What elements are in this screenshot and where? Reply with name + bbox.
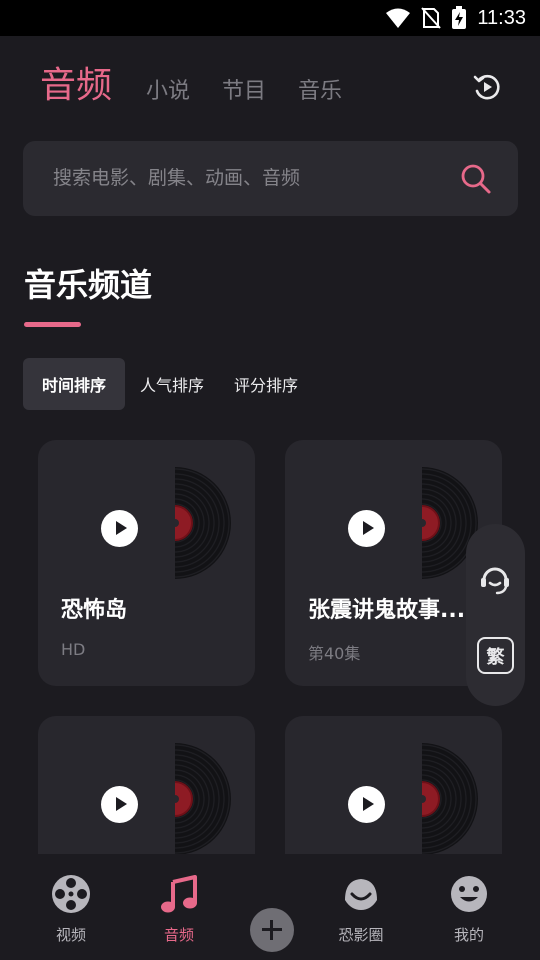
nav-video[interactable]: 视频 (26, 874, 116, 945)
card-subtitle: 第40集 (308, 644, 361, 663)
card-title: 恐怖岛 (61, 598, 128, 623)
status-icons: 11:33 (385, 6, 526, 30)
title-underline (24, 322, 81, 327)
play-icon[interactable] (348, 786, 385, 823)
add-icon[interactable] (250, 908, 294, 952)
vinyl-record-icon (175, 743, 231, 855)
nav-mine[interactable]: 我的 (424, 874, 514, 945)
battery-charging-icon (452, 6, 467, 29)
tab-program[interactable]: 节目 (222, 78, 266, 106)
nav-label: 我的 (453, 926, 484, 944)
search-icon[interactable] (460, 163, 492, 195)
card-title: 张震讲鬼故事... (308, 598, 466, 623)
play-icon[interactable] (101, 786, 138, 823)
floating-panel: 繁 (466, 524, 525, 706)
nav-label: 视频 (55, 926, 86, 944)
sort-by-time[interactable]: 时间排序 (23, 358, 125, 410)
vinyl-record-icon (175, 467, 231, 579)
nav-audio[interactable]: 音频 (134, 874, 224, 945)
play-history-icon[interactable] (472, 72, 502, 102)
section-title: 音乐频道 (24, 266, 153, 304)
nav-label: 音频 (163, 926, 194, 944)
top-tabs: 音频 小说 节目 音乐 (40, 66, 374, 106)
customer-service-icon[interactable] (476, 560, 514, 598)
status-bar: 11:33 (0, 0, 540, 36)
bottom-nav: 视频 音频 恐影圈 我的 (0, 854, 540, 960)
nav-community[interactable]: 恐影圈 (316, 874, 406, 945)
sort-by-popularity[interactable]: 人气排序 (140, 372, 204, 396)
card-cover (285, 716, 502, 856)
sort-bar: 时间排序 人气排序 评分排序 (23, 358, 314, 410)
nav-label: 恐影圈 (338, 926, 384, 944)
tab-audio[interactable]: 音频 (40, 66, 112, 106)
app-screen: 音频 小说 节目 音乐 搜索电影、剧集、动画、音频 音乐频道 时间排序 人气排序… (0, 36, 540, 960)
sort-by-rating[interactable]: 评分排序 (234, 372, 298, 396)
music-note-icon (161, 875, 197, 913)
card-cover (38, 716, 255, 856)
card-subtitle: HD (61, 640, 86, 659)
vinyl-record-icon (422, 743, 478, 855)
no-sim-icon (421, 7, 442, 29)
film-reel-icon (52, 875, 90, 913)
wifi-icon (386, 8, 411, 28)
tab-music[interactable]: 音乐 (298, 78, 342, 106)
play-icon[interactable] (101, 510, 138, 547)
audio-card[interactable]: 恐怖岛 HD (38, 440, 255, 686)
community-icon (345, 879, 377, 910)
traditional-chinese-toggle[interactable]: 繁 (477, 637, 514, 674)
smiley-icon (451, 876, 487, 912)
search-bar[interactable]: 搜索电影、剧集、动画、音频 (23, 141, 518, 216)
search-placeholder[interactable]: 搜索电影、剧集、动画、音频 (53, 141, 300, 216)
card-cover (38, 440, 255, 580)
tab-novel[interactable]: 小说 (146, 78, 190, 106)
status-time: 11:33 (477, 6, 526, 29)
play-icon[interactable] (348, 510, 385, 547)
